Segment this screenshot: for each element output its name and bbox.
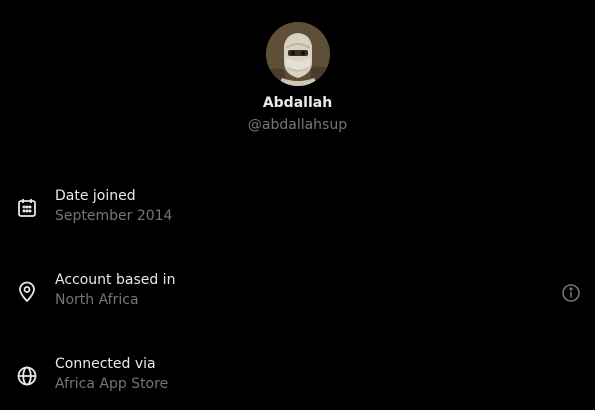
date-joined-text: Date joined September 2014 <box>55 187 172 225</box>
avatar[interactable] <box>265 22 330 86</box>
account-based-in-label: Account based in <box>55 272 176 288</box>
info-icon[interactable] <box>560 282 582 304</box>
date-joined-row: Date joined September 2014 <box>0 187 595 231</box>
account-based-in-row: Account based in North Africa <box>0 271 595 315</box>
connected-via-text: Connected via Africa App Store <box>55 355 168 393</box>
date-joined-value: September 2014 <box>55 208 173 224</box>
globe-icon <box>16 365 38 387</box>
connected-via-row: Connected via Africa App Store <box>0 355 595 399</box>
location-pin-icon <box>16 281 38 303</box>
profile-header: Abdallah @abdallahsup <box>0 22 595 134</box>
calendar-icon <box>16 197 38 219</box>
account-based-in-text: Account based in North Africa <box>55 271 175 309</box>
account-based-in-value: North Africa <box>55 292 139 308</box>
connected-via-label: Connected via <box>55 356 156 372</box>
display-name: Abdallah <box>262 95 333 111</box>
date-joined-label: Date joined <box>55 188 136 204</box>
connected-via-value: Africa App Store <box>55 376 169 392</box>
username-handle: @abdallahsup <box>247 117 348 133</box>
